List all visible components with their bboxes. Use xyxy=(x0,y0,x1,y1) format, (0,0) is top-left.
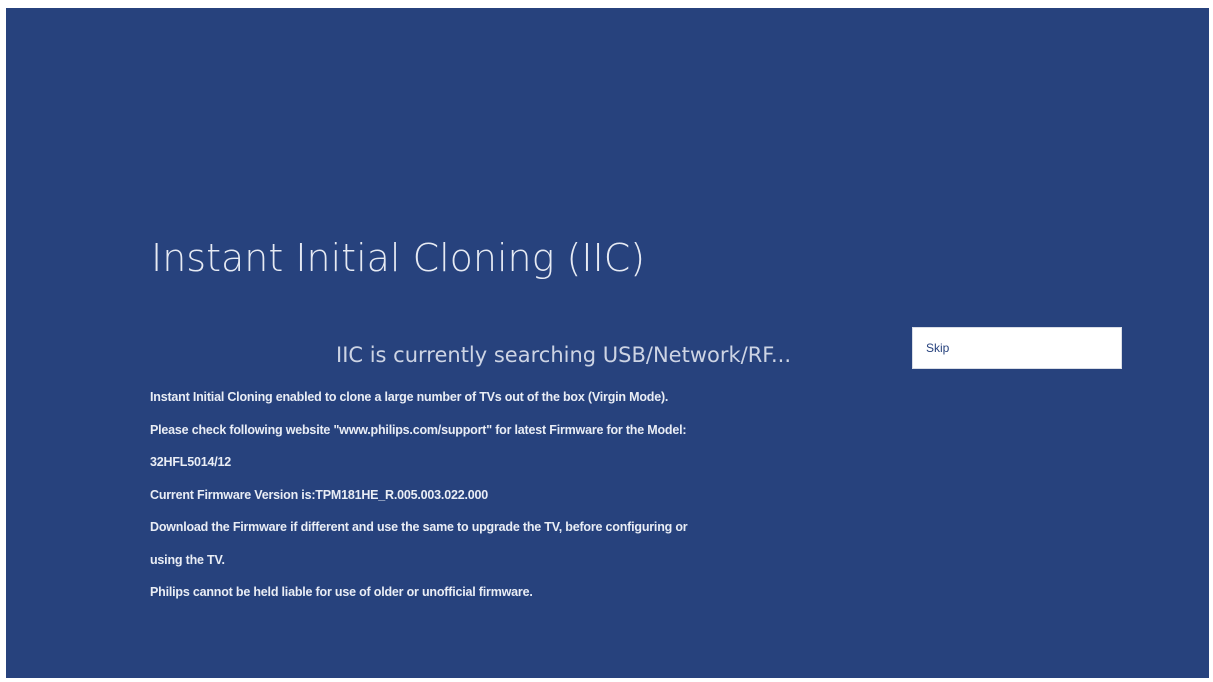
search-status-text: IIC is currently searching USB/Network/R… xyxy=(336,343,792,367)
skip-button[interactable]: Skip xyxy=(912,327,1122,369)
info-line: Download the Firmware if different and u… xyxy=(150,520,688,534)
model-number-line: 32HFL5014/12 xyxy=(150,455,231,469)
disclaimer-line: Philips cannot be held liable for use of… xyxy=(150,585,533,599)
info-line: using the TV. xyxy=(150,552,225,567)
info-line: Please check following website "www.phil… xyxy=(150,422,687,437)
iic-screen: Instant Initial Cloning (IIC) IIC is cur… xyxy=(6,8,1209,678)
page-title: Instant Initial Cloning (IIC) xyxy=(151,236,646,280)
firmware-version-line: Current Firmware Version is:TPM181HE_R.0… xyxy=(150,487,488,502)
info-text-block: Instant Initial Cloning enabled to clone… xyxy=(150,386,910,614)
info-line: Instant Initial Cloning enabled to clone… xyxy=(150,390,669,404)
